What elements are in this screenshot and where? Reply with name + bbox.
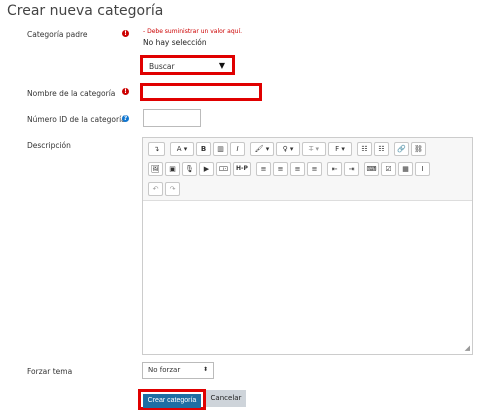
toolbar-align-right-button[interactable]: ≡ (290, 162, 305, 176)
parent-category-search-select[interactable]: Buscar ▼ (140, 55, 235, 75)
toolbar-record-video-button[interactable]: ▶ (199, 162, 214, 176)
toolbar-font-family-button[interactable]: A ▾ (170, 142, 194, 156)
toolbar-image-button[interactable]: 🖼 (148, 162, 163, 176)
toolbar-justify-button[interactable]: ≡ (307, 162, 322, 176)
toolbar-equation-button[interactable]: ⌨ (364, 162, 379, 176)
toolbar-undo-button[interactable]: ↶ (148, 182, 163, 196)
help-icon[interactable]: ? (122, 115, 129, 122)
dropdown-arrow-icon: ▼ (218, 61, 225, 70)
toolbar-link-button[interactable]: 🔗 (394, 142, 409, 156)
toolbar-text-button[interactable]: T̶ ▾ (302, 142, 326, 156)
create-category-button[interactable]: Crear categoría (143, 394, 201, 408)
toolbar-ordered-list-button[interactable]: ☷ (374, 142, 389, 156)
toolbar-record-audio-button[interactable]: 🎙 (182, 162, 197, 176)
toolbar-format-button[interactable]: F ▾ (328, 142, 352, 156)
toolbar-indent-button[interactable]: ⇥ (344, 162, 359, 176)
page-title: Crear nueva categoría (7, 3, 164, 19)
parent-category-error: - Debe suministrar un valor aquí. (143, 28, 243, 35)
required-icon: ! (122, 88, 129, 95)
toolbar-insert-table-button[interactable]: ▦ (398, 162, 413, 176)
editor-toolbar: ↴ A ▾ B ▥ I 🖌 ▾ ♀ ▾ T̶ ▾ F ▾ ☷ ☷ 🔗 ⛓ 🖼 ▣… (143, 138, 472, 201)
cancel-button[interactable]: Cancelar (206, 390, 246, 407)
force-theme-label: Forzar tema (27, 367, 73, 376)
toolbar-align-center-button[interactable]: ≡ (273, 162, 288, 176)
toolbar-edit-button[interactable]: ☑ (381, 162, 396, 176)
force-theme-value: No forzar (148, 366, 181, 374)
force-theme-select[interactable]: No forzar ⬍ (142, 362, 214, 379)
toolbar-brush-button[interactable]: 🖌 ▾ (250, 142, 274, 156)
parent-category-label: Categoría padre (27, 30, 88, 39)
description-editor: ↴ A ▾ B ▥ I 🖌 ▾ ♀ ▾ T̶ ▾ F ▾ ☷ ☷ 🔗 ⛓ 🖼 ▣… (142, 137, 473, 355)
category-name-input[interactable] (140, 83, 262, 101)
search-select-value: Buscar (149, 62, 175, 71)
toolbar-media-button[interactable]: ▣ (165, 162, 180, 176)
toolbar-style-button[interactable]: ♀ ▾ (276, 142, 300, 156)
description-text-area[interactable] (143, 202, 472, 354)
toolbar-manage-files-button[interactable]: 🀲 (216, 162, 231, 176)
description-label: Descripción (27, 141, 71, 150)
toolbar-italic-button[interactable]: I (230, 142, 245, 156)
category-idnumber-input[interactable] (143, 109, 201, 127)
toolbar-bold-button[interactable]: B (196, 142, 211, 156)
toolbar-clear-format-button[interactable]: I (415, 162, 430, 176)
toolbar-collapse-button[interactable]: ↴ (148, 142, 165, 156)
select-arrows-icon: ⬍ (202, 366, 208, 373)
category-idnumber-label: Número ID de la categoría (27, 115, 126, 124)
category-name-label: Nombre de la categoría (27, 89, 116, 98)
toolbar-unlink-button[interactable]: ⛓ (411, 142, 426, 156)
toolbar-outdent-button[interactable]: ⇤ (327, 162, 342, 176)
toolbar-redo-button[interactable]: ↷ (165, 182, 180, 196)
toolbar-unordered-list-button[interactable]: ☷ (357, 142, 372, 156)
required-icon: ! (122, 30, 129, 37)
toolbar-h5p-button[interactable]: H-P (233, 162, 251, 176)
toolbar-table-button[interactable]: ▥ (213, 142, 228, 156)
toolbar-align-left-button[interactable]: ≡ (256, 162, 271, 176)
parent-category-current: No hay selección (143, 38, 207, 47)
create-button-highlight: Crear categoría (138, 389, 206, 410)
resize-handle-icon[interactable]: ◢ (465, 344, 470, 352)
